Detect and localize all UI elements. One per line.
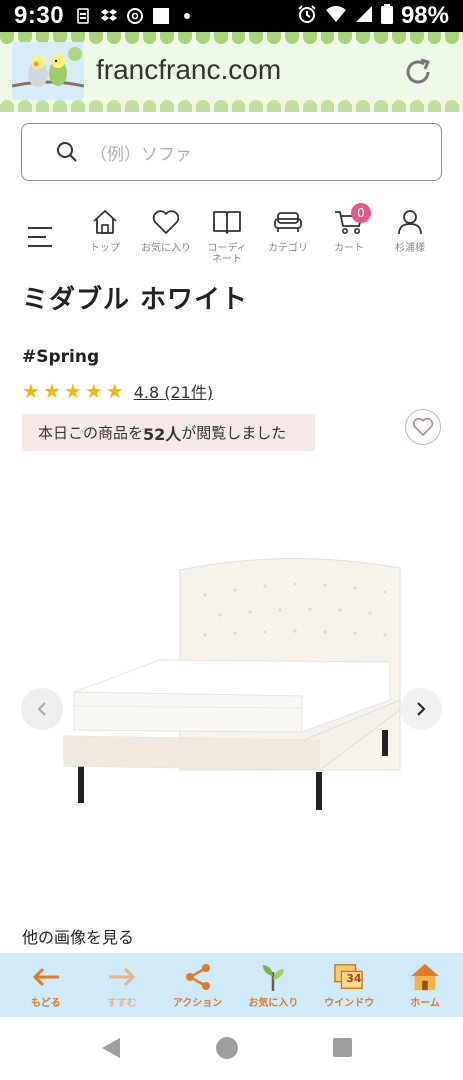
- rating-stars: ★ ★ ★ ★ ★: [22, 381, 124, 401]
- battery-icon: [380, 4, 393, 28]
- book-icon: [212, 207, 242, 237]
- heart-icon: [151, 207, 181, 237]
- search-placeholder: （例）ソファ: [90, 144, 192, 165]
- wifi-icon: [325, 5, 347, 27]
- product-image-carousel[interactable]: [0, 470, 463, 915]
- nav-coordinate-label: コーディ ネート: [207, 243, 247, 265]
- viewers-banner: 本日この商品を 52人 が閲覧しました: [22, 414, 315, 451]
- toolbar-back-button[interactable]: もどる: [8, 953, 84, 1017]
- chevron-right-icon: [417, 702, 426, 716]
- reload-icon: [406, 58, 430, 84]
- nav-user[interactable]: 杉浦様: [380, 207, 440, 254]
- nav-cart[interactable]: 0 カート: [319, 203, 379, 254]
- arrow-left-icon: [31, 962, 61, 992]
- nav-category[interactable]: カテゴリ: [258, 207, 318, 254]
- viewers-prefix: 本日この商品を: [38, 424, 144, 442]
- rating-value: 4.8: [133, 383, 160, 402]
- viewers-count: 52人: [143, 424, 182, 444]
- carousel-next-button[interactable]: [400, 688, 442, 730]
- sim-icon: [74, 7, 92, 25]
- search-input[interactable]: （例）ソファ: [21, 123, 442, 181]
- toolbar-bookmark-label: お気に入り: [248, 997, 299, 1009]
- cart-count-badge: 0: [351, 203, 371, 223]
- windows-icon: 34: [334, 962, 364, 992]
- user-icon: [395, 207, 425, 237]
- site-nav: トップ お気に入り コーディ ネート カテゴリ 0 カート 杉浦様: [0, 203, 463, 270]
- search-icon: [57, 142, 77, 162]
- android-recents-button[interactable]: [333, 1038, 352, 1057]
- product-title: ミダブル ホワイト: [22, 285, 249, 315]
- product-tag[interactable]: #Spring: [22, 347, 99, 367]
- window-count: 34: [346, 971, 362, 985]
- toolbar-home-label: ホーム: [410, 997, 440, 1009]
- review-count: (21件): [164, 383, 214, 402]
- dropbox-icon: [100, 7, 118, 25]
- toolbar-windows-button[interactable]: 34 ウインドウ: [311, 953, 387, 1017]
- alarm-icon: [297, 4, 317, 28]
- leaf-icon: [258, 962, 288, 992]
- browser-toolbar: もどる すすむ アクション お気に入り 34 ウインドウ ホーム: [0, 953, 463, 1017]
- more-images-heading: 他の画像を見る: [22, 928, 135, 947]
- browser-bar: francfranc.com: [0, 32, 463, 112]
- toolbar-home-button[interactable]: ホーム: [387, 953, 463, 1017]
- star-icon: ★: [84, 379, 103, 403]
- chevron-left-icon: [37, 702, 46, 716]
- star-icon: ★: [63, 379, 82, 403]
- nav-favorites-label: お気に入り: [141, 243, 191, 254]
- home-icon: [90, 207, 120, 237]
- star-icon: ★: [105, 379, 124, 403]
- house-icon: [410, 962, 440, 992]
- bed-product-image: [63, 557, 401, 810]
- star-icon: ★: [22, 379, 40, 403]
- viewers-suffix: が閲覧しました: [181, 424, 287, 442]
- toolbar-action-button[interactable]: アクション: [160, 953, 236, 1017]
- toolbar-back-label: もどる: [31, 997, 61, 1009]
- rating-link[interactable]: 4.8 (21件): [134, 379, 213, 403]
- hamburger-menu-icon[interactable]: [28, 227, 52, 247]
- android-home-button[interactable]: [216, 1037, 238, 1059]
- nav-top-label: トップ: [90, 243, 120, 254]
- sofa-icon: [273, 207, 303, 237]
- status-time: 9:30: [14, 2, 65, 29]
- url-text[interactable]: francfranc.com: [96, 54, 281, 86]
- signal-icon: [355, 5, 373, 27]
- nav-favorites[interactable]: お気に入り: [136, 207, 196, 254]
- nav-top[interactable]: トップ: [75, 207, 135, 254]
- android-back-button[interactable]: [100, 1037, 122, 1063]
- nav-user-label: 杉浦様: [395, 243, 425, 254]
- carousel-prev-button[interactable]: [21, 688, 63, 730]
- android-nav-bar: [0, 1017, 463, 1080]
- leaf-decoration-bottom: [0, 100, 463, 112]
- arrow-right-icon: [107, 962, 137, 992]
- birds-logo-icon[interactable]: [12, 42, 84, 100]
- toolbar-forward-button[interactable]: すすむ: [84, 953, 160, 1017]
- nav-coordinate[interactable]: コーディ ネート: [197, 207, 257, 265]
- add-favorite-button[interactable]: [405, 409, 441, 445]
- toolbar-action-label: アクション: [172, 997, 223, 1009]
- battery-percent: 98%: [400, 2, 449, 29]
- triangle-back-icon: [102, 1038, 120, 1058]
- threads-icon: [126, 7, 144, 25]
- square-icon: [152, 7, 170, 25]
- dot-icon: [178, 7, 196, 25]
- reload-button[interactable]: [400, 54, 436, 90]
- nav-category-label: カテゴリ: [268, 243, 308, 254]
- star-icon: ★: [42, 379, 61, 403]
- share-icon: [183, 962, 213, 992]
- nav-cart-label: カート: [334, 243, 364, 254]
- toolbar-windows-label: ウインドウ: [324, 997, 375, 1009]
- toolbar-forward-label: すすむ: [106, 997, 137, 1009]
- status-bar: 9:30 98%: [0, 0, 463, 32]
- heart-outline-icon: [412, 417, 434, 436]
- rating-row: ★ ★ ★ ★ ★ 4.8 (21件): [22, 379, 213, 403]
- toolbar-bookmark-button[interactable]: お気に入り: [235, 953, 311, 1017]
